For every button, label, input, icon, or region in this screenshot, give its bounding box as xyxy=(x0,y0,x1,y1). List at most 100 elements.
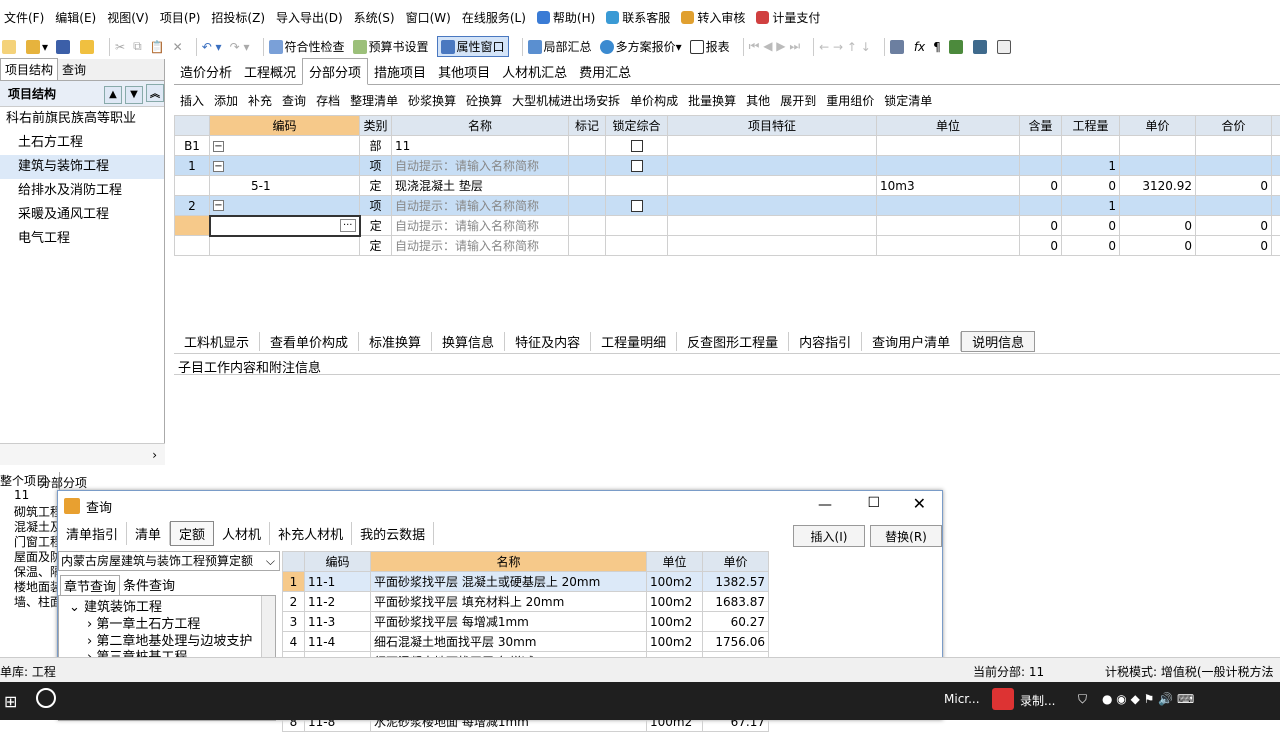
detail-tab[interactable]: 标准换算 xyxy=(359,332,432,351)
subtree-item[interactable]: 门窗工程 xyxy=(0,533,59,548)
subtree-item[interactable]: 混凝土及 xyxy=(0,518,59,533)
table-row[interactable]: ···定自动提示：请输入名称简称0000 xyxy=(175,216,1280,236)
detail-tab[interactable]: 特征及内容 xyxy=(505,332,591,351)
toolbar2-item[interactable]: 查询 xyxy=(282,92,306,109)
ellipsis-button[interactable]: ··· xyxy=(340,219,356,232)
toolbar2-item[interactable]: 锁定清单 xyxy=(884,92,932,109)
tab-project-structure[interactable]: 项目结构 xyxy=(0,58,58,80)
toolbar2-item[interactable]: 插入 xyxy=(180,92,204,109)
toolbar2-item[interactable]: 单价构成 xyxy=(630,92,678,109)
cube-icon[interactable] xyxy=(949,40,965,54)
toolbar2-item[interactable]: 展开到 xyxy=(780,92,816,109)
folder-icon[interactable] xyxy=(80,40,96,54)
table-row[interactable]: 定自动提示：请输入名称简称0000 xyxy=(175,236,1280,256)
detail-tab[interactable]: 工料机显示 xyxy=(174,332,260,351)
list-icon[interactable] xyxy=(997,40,1013,54)
search-icon[interactable] xyxy=(36,688,56,708)
copy-icon[interactable]: ⧉ xyxy=(133,39,142,54)
insert-button[interactable]: 插入(I) xyxy=(793,525,865,547)
tab-chapter-query[interactable]: 章节查询 xyxy=(60,575,120,596)
table-row[interactable]: 5-1定现浇混凝土 垫层10m3003120.920 xyxy=(175,176,1280,196)
chapter-item[interactable]: › 第二章地基处理与边坡支护 xyxy=(59,630,275,647)
menu-item[interactable]: 窗口(W) xyxy=(406,9,451,26)
nav-arrows-icon[interactable]: ← → ↑ ↓ xyxy=(819,40,871,54)
scroll-right-icon[interactable]: › xyxy=(0,443,165,465)
dialog-tab[interactable]: 定额 xyxy=(170,521,214,546)
menu-item[interactable]: 编辑(E) xyxy=(55,9,96,26)
detail-tab[interactable]: 查询用户清单 xyxy=(862,332,961,351)
tab-6[interactable]: 费用汇总 xyxy=(573,59,637,84)
subtree-item[interactable]: 保温、隔 xyxy=(0,563,59,578)
paragraph-icon[interactable]: ¶ xyxy=(933,40,941,54)
detail-tab[interactable]: 查看单价构成 xyxy=(260,332,359,351)
menu-item[interactable]: 项目(P) xyxy=(160,9,201,26)
tree-item[interactable]: 电气工程 xyxy=(0,227,164,251)
toolbar2-item[interactable]: 重用组价 xyxy=(826,92,874,109)
quota-row[interactable]: 211-2平面砂浆找平层 填充材料上 20mm100m21683.87 xyxy=(283,592,769,612)
save-icon[interactable] xyxy=(56,40,72,54)
chapter-tree-root[interactable]: ⌄ 建筑装饰工程 xyxy=(59,596,275,613)
multi-scheme-quote-button[interactable]: 多方案报价▾ xyxy=(600,38,682,55)
redo-icon[interactable]: ↷ ▾ xyxy=(230,40,250,54)
menu-item[interactable]: 联系客服 xyxy=(606,9,670,26)
quota-row[interactable]: 411-4细石混凝土地面找平层 30mm100m21756.06 xyxy=(283,632,769,652)
quota-row[interactable]: 311-3平面砂浆找平层 每增减1mm100m260.27 xyxy=(283,612,769,632)
tab-3[interactable]: 措施项目 xyxy=(368,59,432,84)
compliance-check-button[interactable]: 符合性检查 xyxy=(269,38,345,55)
toolbar2-item[interactable]: 补充 xyxy=(248,92,272,109)
subtree-item[interactable]: 楼地面装 xyxy=(0,578,59,593)
dialog-tab[interactable]: 人材机 xyxy=(214,522,270,545)
tab-condition-query[interactable]: 条件查询 xyxy=(120,575,178,596)
partial-summary-button[interactable]: 局部汇总 xyxy=(528,38,592,55)
menu-item[interactable]: 文件(F) xyxy=(4,9,44,26)
table-row[interactable]: 2−项自动提示：请输入名称简称1 xyxy=(175,196,1280,216)
taskbar-app-recorder[interactable]: 录制... xyxy=(1020,692,1055,709)
detail-tab[interactable]: 换算信息 xyxy=(432,332,505,351)
dialog-tab[interactable]: 补充人材机 xyxy=(270,522,352,545)
menu-item[interactable]: 计量支付 xyxy=(756,9,820,26)
toolbar2-item[interactable]: 砼换算 xyxy=(466,92,502,109)
tree-item[interactable]: 给排水及消防工程 xyxy=(0,179,164,203)
table-row[interactable]: B1−部11 xyxy=(175,136,1280,156)
report-button[interactable]: 报表 xyxy=(690,38,730,55)
library-select[interactable]: 内蒙古房屋建筑与装饰工程预算定额⌵ xyxy=(58,551,280,571)
lock-checkbox[interactable] xyxy=(631,200,643,212)
dialog-tab[interactable]: 清单 xyxy=(127,522,170,545)
delete-icon[interactable]: ✕ xyxy=(173,40,183,54)
calculator-icon[interactable] xyxy=(890,40,906,54)
tab-4[interactable]: 其他项目 xyxy=(432,59,496,84)
tree-item[interactable]: 采暖及通风工程 xyxy=(0,203,164,227)
tree-root[interactable]: 科右前旗民族高等职业 xyxy=(0,107,164,131)
taskbar-app-word[interactable]: Micr... xyxy=(944,692,980,706)
dialog-tab[interactable]: 我的云数据 xyxy=(352,522,434,545)
windows-start-icon[interactable]: ⊞ xyxy=(4,692,17,711)
collapse-toggle-icon[interactable]: − xyxy=(213,200,224,211)
toolbar2-item[interactable]: 大型机械进出场安拆 xyxy=(512,92,620,109)
detail-tab[interactable]: 内容指引 xyxy=(789,332,862,351)
toolbar2-item[interactable]: 添加 xyxy=(214,92,238,109)
menu-item[interactable]: 导入导出(D) xyxy=(276,9,343,26)
open-icon[interactable]: ▾ xyxy=(26,40,48,54)
menu-item[interactable]: 系统(S) xyxy=(354,9,395,26)
menu-item[interactable]: 转入审核 xyxy=(681,9,745,26)
tab-2[interactable]: 分部分项 xyxy=(302,58,368,85)
menu-item[interactable]: 招投标(Z) xyxy=(211,9,265,26)
chapter-item[interactable]: › 第一章土石方工程 xyxy=(59,613,275,630)
detail-tab[interactable]: 反查图形工程量 xyxy=(677,332,789,351)
maximize-icon[interactable]: ☐ xyxy=(867,495,880,511)
detail-tab[interactable]: 说明信息 xyxy=(961,331,1035,352)
move-up-icon[interactable]: ▲ xyxy=(104,86,122,104)
tree-item[interactable]: 建筑与装饰工程 xyxy=(0,155,164,179)
toolbar2-item[interactable]: 批量换算 xyxy=(688,92,736,109)
lock-checkbox[interactable] xyxy=(631,140,643,152)
tab-query[interactable]: 查询 xyxy=(58,59,90,80)
close-icon[interactable]: ✕ xyxy=(913,494,926,513)
move-down-icon[interactable]: ▼ xyxy=(125,86,143,104)
tab-1[interactable]: 工程概况 xyxy=(238,59,302,84)
tray-icons[interactable]: ● ◉ ◆ ⚑ 🔊 ⌨ xyxy=(1102,692,1194,706)
toolbar2-item[interactable]: 整理清单 xyxy=(350,92,398,109)
shield-icon[interactable]: ⛉ xyxy=(1078,692,1087,707)
minimize-icon[interactable]: — xyxy=(818,497,832,513)
paste-icon[interactable]: 📋 xyxy=(150,40,165,54)
subtree-item[interactable]: 墙、柱面 xyxy=(0,593,59,608)
